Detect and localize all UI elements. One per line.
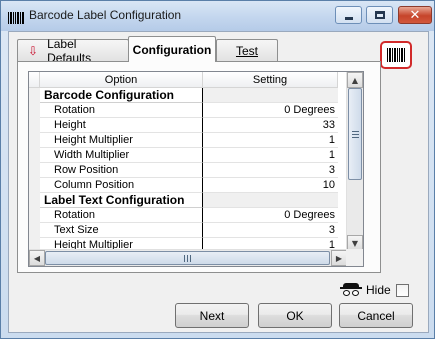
grip-icon [351,130,359,138]
barcode-app-icon [8,8,24,24]
table-row[interactable]: Row Position 3 [29,163,338,178]
option-cell: Rotation [40,208,203,223]
hide-label: Hide [366,283,391,297]
table-row[interactable]: Rotation 0 Degrees [29,208,338,223]
option-cell: Rotation [40,103,203,118]
option-cell: Height Multiplier [40,133,203,148]
setting-cell[interactable]: 3 [203,163,338,178]
row-gutter [29,208,40,223]
red-down-arrow-icon: ⇩ [28,43,39,58]
option-cell: Barcode Configuration [40,88,203,103]
close-button[interactable]: ✕ [398,6,432,24]
ok-button[interactable]: OK [258,303,332,328]
title-bar[interactable]: Barcode Label Configuration ✕ [1,1,434,31]
grid-section-row[interactable]: Label Text Configuration [29,193,338,208]
row-gutter [29,133,40,148]
table-row[interactable]: Text Size 3 [29,223,338,238]
grip-icon [184,254,191,262]
option-cell: Height [40,118,203,133]
spy-icon [340,283,362,297]
row-gutter [29,163,40,178]
column-header-setting[interactable]: Setting [203,72,338,88]
row-gutter [29,118,40,133]
tab-label: Test [235,43,258,58]
configuration-panel: Option Setting Barcode Configuration Rota… [17,61,381,273]
vertical-scrollbar[interactable]: ▲ ▼ [346,72,363,251]
table-row[interactable]: Rotation 0 Degrees [29,103,338,118]
grid-header-corner [29,72,40,88]
option-cell: Width Multiplier [40,148,203,163]
option-cell: Text Size [40,223,203,238]
scroll-left-button[interactable]: ◀ [29,250,45,266]
minimize-button[interactable] [335,6,362,24]
option-cell: Column Position [40,178,203,193]
tab-label: Configuration [132,42,212,57]
scrollbar-corner [346,249,363,266]
option-cell: Label Text Configuration [40,193,203,208]
minimize-icon [344,16,353,20]
cancel-button[interactable]: Cancel [339,303,413,328]
close-icon: ✕ [409,7,421,23]
grid-rows: Barcode Configuration Rotation 0 Degrees He… [29,88,338,253]
row-gutter [29,88,40,103]
column-header-option[interactable]: Option [40,72,203,88]
tab-configuration[interactable]: Configuration [128,36,216,62]
maximize-button[interactable] [366,6,393,24]
setting-cell [203,88,338,103]
setting-cell[interactable]: 1 [203,148,338,163]
vertical-scroll-thumb[interactable] [348,88,362,180]
tab-test[interactable]: Test [216,39,278,61]
setting-cell [203,193,338,208]
table-row[interactable]: Column Position 10 [29,178,338,193]
setting-cell[interactable]: 1 [203,133,338,148]
dialog-window: Barcode Label Configuration ✕ ⇩ Label De… [0,0,435,339]
tab-label-defaults[interactable]: ⇩ Label Defaults [17,37,129,65]
dialog-client-area: ⇩ Label Defaults Configuration Test Opti… [8,31,429,333]
hide-checkbox[interactable] [395,283,409,297]
grid-section-row[interactable]: Barcode Configuration [29,88,338,103]
barcode-icon [380,41,412,69]
window-title: Barcode Label Configuration [29,8,182,22]
row-gutter [29,178,40,193]
horizontal-scroll-thumb[interactable] [45,251,330,265]
row-gutter [29,193,40,208]
table-row[interactable]: Height 33 [29,118,338,133]
setting-cell[interactable]: 0 Degrees [203,103,338,118]
option-cell: Row Position [40,163,203,178]
setting-cell[interactable]: 3 [203,223,338,238]
grid-header: Option Setting [29,72,338,88]
table-row[interactable]: Height Multiplier 1 [29,133,338,148]
row-gutter [29,103,40,118]
maximize-icon [374,11,385,19]
row-gutter [29,223,40,238]
hide-toggle: Hide [340,282,409,298]
table-row[interactable]: Width Multiplier 1 [29,148,338,163]
setting-cell[interactable]: 10 [203,178,338,193]
next-button[interactable]: Next [175,303,249,328]
scroll-up-button[interactable]: ▲ [347,72,363,88]
horizontal-scrollbar[interactable]: ◀ ▶ [29,249,347,266]
setting-cell[interactable]: 0 Degrees [203,208,338,223]
row-gutter [29,148,40,163]
scroll-right-button[interactable]: ▶ [331,250,347,266]
property-grid: Option Setting Barcode Configuration Rota… [28,71,364,267]
setting-cell[interactable]: 33 [203,118,338,133]
